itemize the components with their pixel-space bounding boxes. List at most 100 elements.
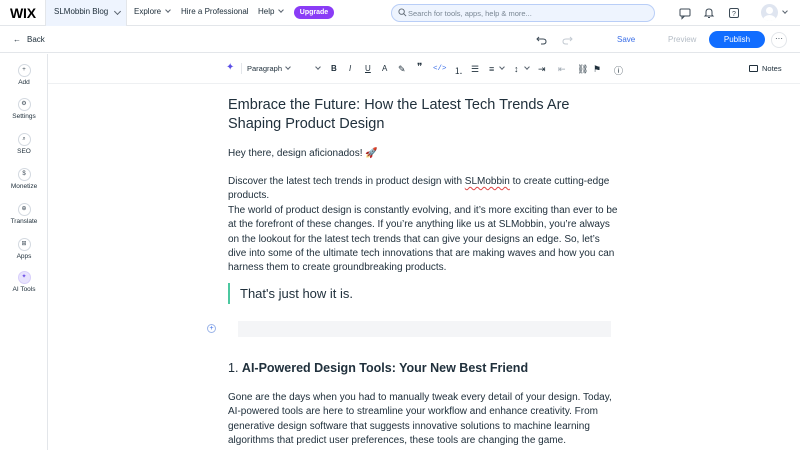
section-heading[interactable]: 1. AI-Powered Design Tools: Your New Bes… [228,359,528,377]
search-icon [398,8,407,17]
globe-glyph: ⊕ [21,206,27,212]
sparkle-glyph: ✦ [21,274,27,280]
font-size-chevron-icon[interactable] [315,64,321,70]
upgrade-button[interactable]: Upgrade [294,6,334,19]
post-title[interactable]: Embrace the Future: How the Latest Tech … [228,96,613,134]
paragraph-style-label: Paragraph [247,64,283,73]
highlight-icon[interactable]: ✎ [398,64,406,75]
sidebar-item-add[interactable]: + Add [0,64,48,86]
back-button[interactable]: ← Back [13,35,45,44]
chevron-down-icon [113,7,122,16]
help-icon[interactable]: ? [727,6,741,20]
sidebar-item-translate[interactable]: ⊕ Translate [0,203,48,225]
sidebar-item-apps[interactable]: ⊞ Apps [0,238,48,260]
numbered-list-icon[interactable]: ⒈ [454,64,463,77]
empty-block-placeholder[interactable] [238,321,611,337]
dollar-glyph: $ [22,171,26,177]
text-format-toolbar: ✦ Paragraph B I U A ✎ ❞ </> ⒈ ☰ ≡ ↕ ⇥ ⇤ … [48,54,800,84]
indent-icon[interactable]: ⇥ [538,64,546,75]
intro-paragraph[interactable]: Discover the latest tech trends in produ… [228,175,618,276]
save-button[interactable]: Save [617,35,635,44]
italic-icon[interactable]: I [349,64,351,73]
greeting-paragraph[interactable]: Hey there, design aficionados! 🚀 [228,147,378,161]
gear-icon: ⚙ [17,98,31,111]
outdent-icon[interactable]: ⇤ [558,64,566,75]
section-number: 1. [228,361,239,375]
sidebar-item-label: Apps [16,253,32,260]
nav-explore[interactable]: Explore [134,7,171,16]
section-title: AI-Powered Design Tools: Your New Best F… [241,361,529,375]
chevron-down-icon [165,7,171,13]
sidebar-item-monetize[interactable]: $ Monetize [0,168,48,190]
avatar-body [763,15,776,21]
more-options-button[interactable]: ··· [771,32,787,48]
wix-logo[interactable]: WIX [10,5,36,21]
sidebar-item-label: Monetize [10,183,38,190]
avatar[interactable] [761,4,778,21]
sidebar-item-ai-tools[interactable]: ✦ AI Tools [0,271,48,293]
dollar-icon: $ [17,168,31,181]
code-icon[interactable]: </> [433,65,447,73]
seo-glyph: ⌕ [22,136,26,142]
site-selector[interactable]: SLMobbin Blog [45,0,127,26]
info-icon[interactable]: ⓘ [614,64,623,77]
align-icon[interactable]: ≡ [489,64,494,74]
section-body-paragraph[interactable]: Gone are the days when you had to manual… [228,391,623,449]
paragraph-style-dropdown[interactable]: Paragraph [247,64,291,73]
spacing-chevron-icon[interactable] [524,64,530,70]
nav-hire-label: Hire a Professional [181,7,249,16]
quote-icon[interactable]: ❞ [417,62,422,73]
line-spacing-icon[interactable]: ↕ [514,64,519,74]
plus-glyph: + [22,67,26,73]
sidebar-item-label: AI Tools [12,286,36,293]
notes-button[interactable]: Notes [749,64,782,73]
bell-icon[interactable] [702,6,716,20]
publish-button[interactable]: Publish [709,31,765,48]
sidebar-item-seo[interactable]: ⌕ SEO [0,133,48,155]
left-sidebar: + Add ⚙ Settings ⌕ SEO $ Monetize ⊕ Tran… [0,54,48,450]
ai-sparkle-icon[interactable]: ✦ [226,62,234,73]
text-color-icon[interactable]: A [382,64,387,73]
nav-help-label: Help [258,7,275,16]
sidebar-item-label: Add [18,79,30,86]
avatar-head [766,7,773,14]
chevron-down-icon [278,7,285,13]
undo-icon[interactable] [535,33,548,46]
nav-help[interactable]: Help [258,7,285,16]
underline-icon[interactable]: U [365,64,371,73]
align-chevron-icon[interactable] [499,64,505,70]
sidebar-item-label: Settings [12,113,36,120]
intro-text-start: Discover the latest tech trends in produ… [228,176,465,187]
intro-body-text: The world of product design is constantl… [228,204,618,274]
top-bar: WIX SLMobbin Blog Explore Hire a Profess… [0,0,800,26]
post-title-block[interactable]: Embrace the Future: How the Latest Tech … [228,96,613,134]
apps-grid-icon: ⊞ [17,238,31,251]
search-input[interactable] [408,7,644,19]
globe-icon: ⊕ [17,203,31,216]
search-bar[interactable] [391,4,655,22]
arrow-left-icon: ← [13,35,21,44]
preview-button[interactable]: Preview [668,35,696,44]
chevron-down-icon[interactable] [782,8,788,14]
nav-hire-professional[interactable]: Hire a Professional [181,7,249,16]
redo-icon[interactable] [561,33,574,46]
back-label: Back [27,35,45,44]
notes-icon [749,65,758,72]
notes-label: Notes [762,64,782,73]
add-block-plus-icon[interactable]: + [207,324,216,333]
sidebar-item-label: Translate [10,218,38,225]
blockquote[interactable]: That's just how it is. [228,283,613,304]
anchor-icon[interactable]: ⚑ [593,64,601,75]
brand-name-spellcheck: SLMobbin [464,176,510,187]
sidebar-item-label: SEO [17,148,31,155]
sparkle-icon: ✦ [17,271,31,284]
chevron-down-icon [285,64,291,70]
chat-icon[interactable] [678,6,692,20]
nav-explore-label: Explore [134,7,162,16]
bullet-list-icon[interactable]: ☰ [471,64,479,75]
gear-glyph: ⚙ [21,101,27,107]
link-icon[interactable]: ⛓ [577,64,588,75]
plus-icon: + [17,64,31,77]
sidebar-item-settings[interactable]: ⚙ Settings [0,98,48,120]
bold-icon[interactable]: B [331,64,337,73]
